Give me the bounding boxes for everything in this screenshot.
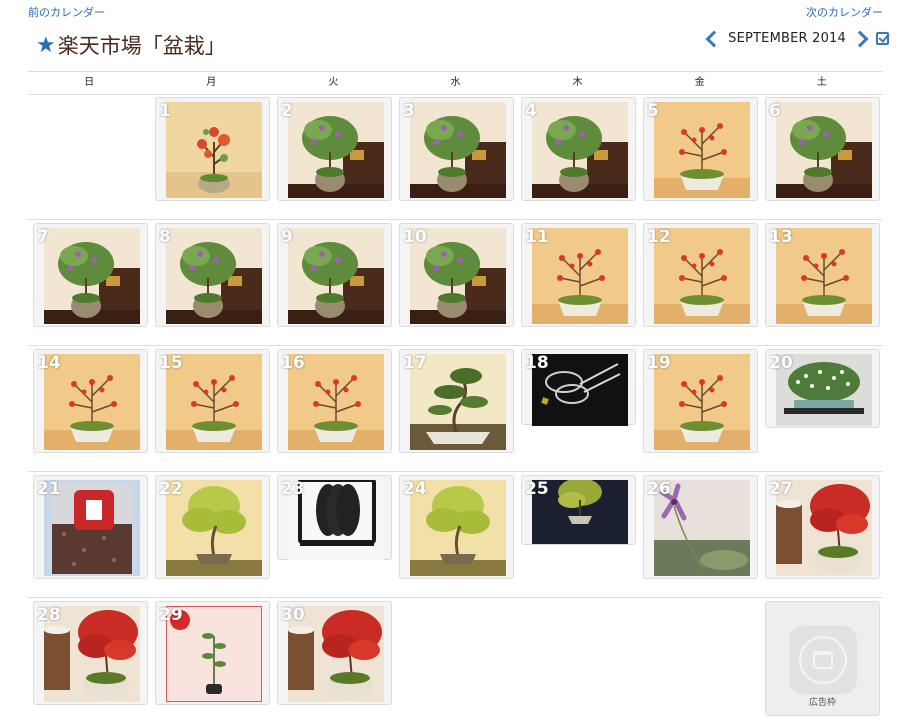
day-cell[interactable]: 12 [643, 223, 758, 327]
weekday-header: 日 月 火 水 木 金 土 [28, 71, 883, 95]
product-photo[interactable] [654, 102, 750, 198]
weekday-sun: 日 [84, 77, 95, 88]
product-photo[interactable] [166, 228, 262, 324]
day-number: 10 [403, 227, 427, 247]
ad-slot[interactable]: 広告枠 [765, 601, 880, 716]
day-number: 12 [647, 227, 671, 247]
day-cell[interactable]: 14 [33, 349, 148, 453]
day-number: 21 [37, 479, 61, 499]
day-cell[interactable]: 1 [155, 97, 270, 201]
ad-label: 広告枠 [808, 698, 836, 708]
day-cell[interactable]: 7 [33, 223, 148, 327]
row-divider [28, 471, 883, 472]
day-cell[interactable]: 13 [765, 223, 880, 327]
day-number: 16 [281, 353, 305, 373]
day-number: 23 [281, 479, 305, 499]
product-photo[interactable] [288, 228, 384, 324]
day-number: 2 [281, 101, 293, 121]
weekday-fri: 金 [694, 77, 705, 88]
day-cell[interactable]: 23 [277, 475, 392, 560]
product-photo[interactable] [44, 228, 140, 324]
day-number: 22 [159, 479, 183, 499]
day-cell[interactable]: 11 [521, 223, 636, 327]
day-number: 28 [37, 605, 61, 625]
row-divider [28, 597, 883, 598]
day-number: 5 [647, 101, 659, 121]
product-photo[interactable] [410, 102, 506, 198]
prev-calendar-link[interactable]: 前のカレンダー [28, 4, 105, 20]
day-cell[interactable]: 10 [399, 223, 514, 327]
day-cell[interactable]: 4 [521, 97, 636, 201]
day-number: 3 [403, 101, 415, 121]
day-cell[interactable]: 3 [399, 97, 514, 201]
day-cell[interactable]: 20 [765, 349, 880, 428]
next-calendar-link[interactable]: 次のカレンダー [806, 4, 883, 20]
day-cell[interactable]: 6 [765, 97, 880, 201]
day-cell[interactable]: 19 [643, 349, 758, 453]
day-cell[interactable]: 27 [765, 475, 880, 579]
day-number: 24 [403, 479, 427, 499]
page-title: ★ 楽天市場「盆栽」 [36, 30, 226, 60]
day-number: 18 [525, 353, 549, 373]
ad-placeholder-icon [789, 626, 857, 694]
day-cell[interactable]: 5 [643, 97, 758, 201]
day-cell[interactable]: 26 [643, 475, 758, 579]
day-number: 27 [769, 479, 793, 499]
day-number: 6 [769, 101, 781, 121]
day-cell[interactable]: 21 [33, 475, 148, 579]
day-number: 7 [37, 227, 49, 247]
star-icon: ★ [36, 32, 56, 58]
weekday-sat: 土 [816, 77, 827, 88]
product-photo[interactable] [166, 102, 262, 198]
day-number: 19 [647, 353, 671, 373]
day-cell[interactable]: 28 [33, 601, 148, 705]
product-photo[interactable] [288, 102, 384, 198]
weekday-mon: 月 [206, 77, 217, 88]
day-cell[interactable]: 24 [399, 475, 514, 579]
day-number: 25 [525, 479, 549, 499]
row-divider [28, 345, 883, 346]
month-navigation: SEPTEMBER 2014 [702, 30, 889, 47]
day-number: 17 [403, 353, 427, 373]
day-number: 30 [281, 605, 305, 625]
day-cell[interactable]: 25 [521, 475, 636, 545]
day-number: 11 [525, 227, 549, 247]
day-number: 9 [281, 227, 293, 247]
day-number: 20 [769, 353, 793, 373]
day-cell[interactable]: 22 [155, 475, 270, 579]
chevron-left-icon[interactable] [705, 30, 723, 47]
day-cell[interactable]: 2 [277, 97, 392, 201]
day-cell[interactable]: 30 [277, 601, 392, 705]
day-cell[interactable]: 18 [521, 349, 636, 426]
weekday-thu: 木 [572, 77, 583, 88]
weekday-wed: 水 [450, 77, 461, 88]
day-number: 26 [647, 479, 671, 499]
chevron-right-icon[interactable] [851, 30, 869, 47]
day-number: 14 [37, 353, 61, 373]
day-cell[interactable]: 16 [277, 349, 392, 453]
product-photo[interactable] [532, 102, 628, 198]
day-number: 8 [159, 227, 171, 247]
day-cell[interactable]: 9 [277, 223, 392, 327]
day-cell[interactable]: 8 [155, 223, 270, 327]
day-number: 29 [159, 605, 183, 625]
weekday-tue: 火 [328, 77, 339, 88]
month-label: SEPTEMBER 2014 [728, 31, 846, 46]
day-number: 15 [159, 353, 183, 373]
day-number: 4 [525, 101, 537, 121]
check-square-icon[interactable] [876, 32, 889, 45]
day-number: 13 [769, 227, 793, 247]
day-cell[interactable]: 29 [155, 601, 270, 705]
day-cell[interactable]: 15 [155, 349, 270, 453]
title-text: 楽天市場「盆栽」 [57, 34, 226, 58]
day-number: 1 [159, 101, 171, 121]
day-cell[interactable]: 17 [399, 349, 514, 453]
row-divider [28, 219, 883, 220]
product-photo[interactable] [776, 102, 872, 198]
